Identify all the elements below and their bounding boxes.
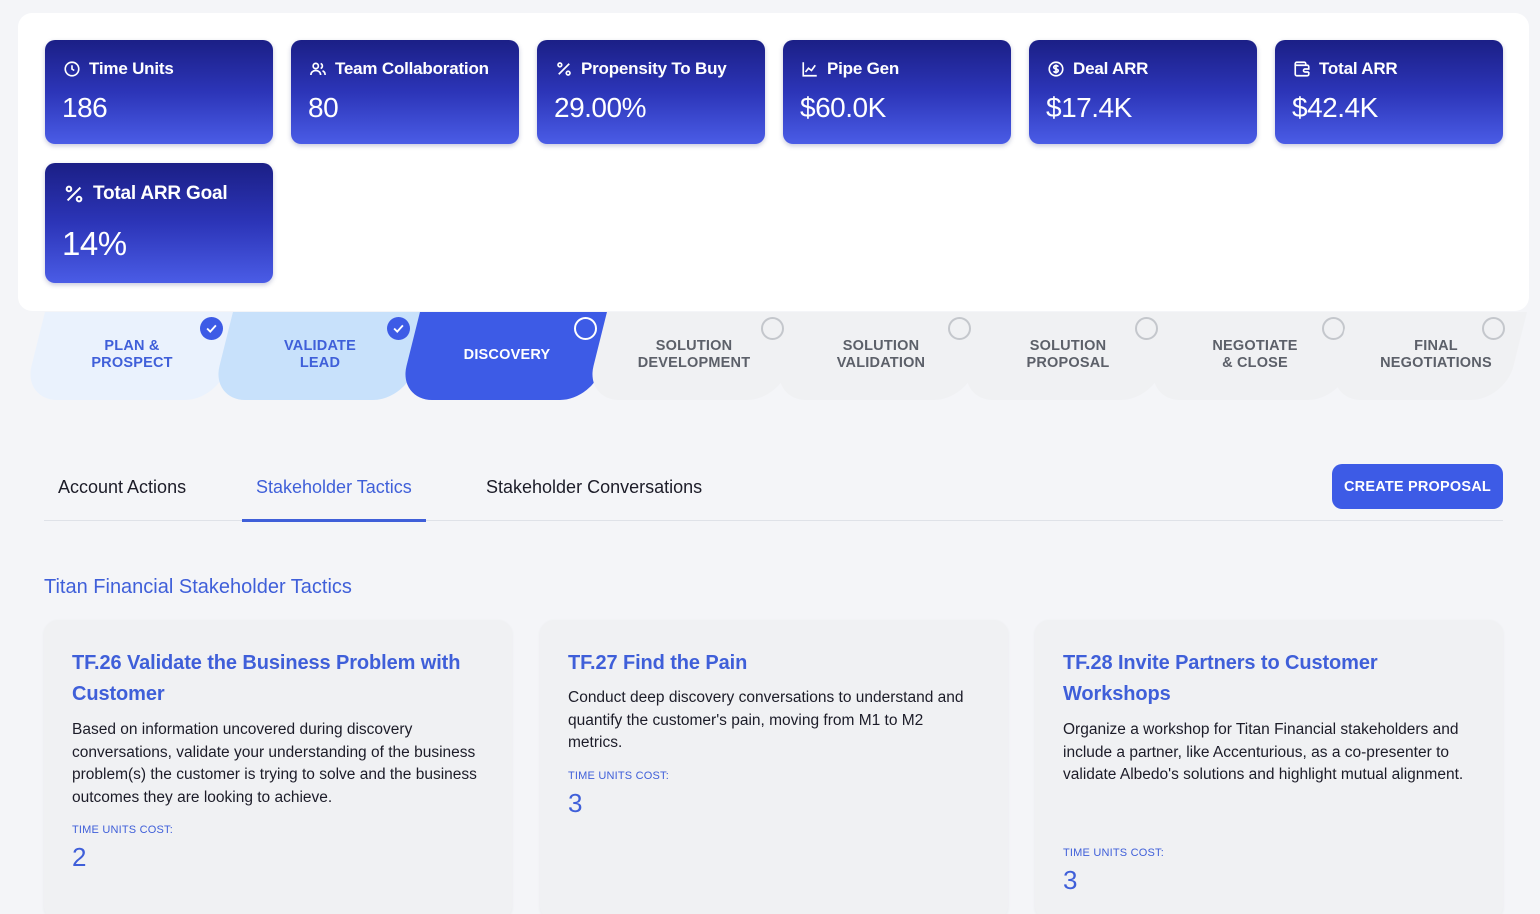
metric-card-total-arr: Total ARR $42.4K [1275,40,1503,144]
stage-solution-validation[interactable]: SOLUTION VALIDATION [772,312,990,400]
stage-negotiate-close[interactable]: NEGOTIATE & CLOSE [1146,312,1364,400]
tactic-card-tf27[interactable]: TF.27 Find the Pain Conduct deep discove… [540,620,1008,914]
metric-label: Total ARR [1319,59,1398,78]
stage-label: PLAN & PROSPECT [91,338,173,371]
stage-label: NEGOTIATE & CLOSE [1212,338,1298,371]
time-units-cost-value: 3 [1063,865,1078,895]
metric-card-team-collaboration: Team Collaboration 80 [291,40,519,144]
check-icon [387,317,410,340]
radio-icon [948,317,971,340]
metric-card-pipe-gen: Pipe Gen $60.0K [783,40,1011,144]
time-units-cost-label: TIME UNITS COST: [1063,847,1164,859]
stage-final-negotiations[interactable]: FINAL NEGOTIATIONS [1327,312,1527,400]
metric-card-total-arr-goal: Total ARR Goal 14% [45,163,273,283]
time-units-cost-value: 3 [568,788,583,818]
tactic-title: TF.26 Validate the Business Problem with… [72,652,461,705]
metric-card-time-units: Time Units 186 [45,40,273,144]
stage-label: FINAL NEGOTIATIONS [1380,338,1492,371]
metric-value: $42.4K [1292,92,1378,123]
tab-stakeholder-conversations[interactable]: Stakeholder Conversations [486,460,702,521]
time-units-cost-label: TIME UNITS COST: [568,770,669,782]
metric-card-propensity: Propensity To Buy 29.00% [537,40,765,144]
stage-label: SOLUTION DEVELOPMENT [637,338,751,371]
create-proposal-button[interactable]: CREATE PROPOSAL [1332,464,1503,509]
radio-icon [761,317,784,340]
time-units-cost-label: TIME UNITS COST: [72,824,173,836]
metric-label: Time Units [89,59,174,78]
stage-label: SOLUTION PROPOSAL [1026,338,1110,371]
metric-label: Propensity To Buy [581,59,727,78]
percent-icon [557,62,571,76]
dollar-circle-icon [1048,61,1064,77]
check-icon [200,317,223,340]
time-units-cost-value: 2 [72,842,87,872]
wallet-icon [1294,61,1310,77]
metric-value: 80 [308,92,339,123]
tab-bar: Account Actions Stakeholder Tactics Stak… [44,460,1503,522]
metric-label: Total ARR Goal [93,183,228,204]
metric-value: 14% [62,225,127,262]
tab-stakeholder-tactics[interactable]: Stakeholder Tactics [242,460,426,522]
metric-card-deal-arr: Deal ARR $17.4K [1029,40,1257,144]
metric-value: $17.4K [1046,92,1132,123]
stage-solution-development[interactable]: SOLUTION DEVELOPMENT [585,312,803,400]
percent-icon [65,185,83,203]
stage-label: DISCOVERY [463,347,551,363]
tactic-description: Organize a workshop for Titan Financial … [1063,721,1464,783]
metric-label: Deal ARR [1073,59,1149,78]
clock-icon [64,61,80,77]
stage-plan-prospect[interactable]: PLAN & PROSPECT [23,312,241,400]
tactic-card-tf28[interactable]: TF.28 Invite Partners to Customer Worksh… [1035,620,1503,914]
tactic-title: TF.27 Find the Pain [568,652,748,674]
metric-value: $60.0K [800,92,886,123]
stage-discovery[interactable]: DISCOVERY [398,312,616,400]
tactic-card-tf26[interactable]: TF.26 Validate the Business Problem with… [44,620,512,914]
metric-label: Team Collaboration [335,59,489,78]
radio-icon [1135,317,1158,340]
stage-validate-lead[interactable]: VALIDATE LEAD [211,312,429,400]
metric-value: 29.00% [554,92,646,123]
section-title: Titan Financial Stakeholder Tactics [44,576,352,598]
stage-solution-proposal[interactable]: SOLUTION PROPOSAL [959,312,1177,400]
metric-value: 186 [62,92,108,123]
metric-label: Pipe Gen [827,59,900,78]
line-chart-icon [802,62,817,77]
radio-icon [1482,317,1505,340]
tactic-description: Conduct deep discovery conversations to … [568,689,964,751]
tactic-title: TF.28 Invite Partners to Customer Worksh… [1063,652,1378,705]
radio-icon [574,317,597,340]
tactic-description: Based on information uncovered during di… [72,721,477,806]
stage-label: SOLUTION VALIDATION [836,338,926,371]
tab-account-actions[interactable]: Account Actions [58,460,186,521]
users-icon [310,62,326,76]
stage-label: VALIDATE LEAD [284,338,356,371]
